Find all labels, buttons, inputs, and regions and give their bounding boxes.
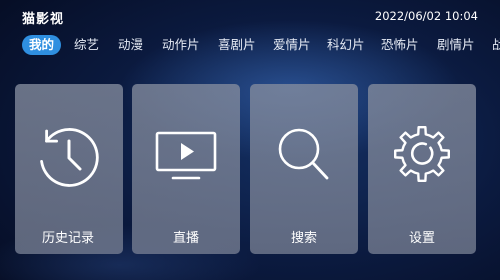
tab-scifi[interactable]: 科幻片 [327, 35, 365, 55]
live-tv-card-label: 直播 [172, 231, 199, 246]
search-card[interactable]: 搜索 [250, 84, 358, 254]
tab-anime[interactable]: 动漫 [118, 35, 143, 55]
history-card-label: 历史记录 [42, 231, 95, 246]
search-card-label: 搜索 [290, 231, 317, 246]
tab-variety[interactable]: 综艺 [74, 35, 99, 55]
top-bar: 猫影视 2022/06/02 10:04 [0, 0, 500, 30]
gear-icon [394, 126, 450, 182]
settings-card-label: 设置 [408, 231, 435, 246]
tab-mine[interactable]: 我的 [22, 35, 62, 55]
tab-comedy[interactable]: 喜剧片 [218, 35, 256, 55]
tab-action[interactable]: 动作片 [162, 35, 200, 55]
app-title: 猫影视 [22, 12, 65, 27]
tab-drama[interactable]: 剧情片 [437, 35, 475, 55]
history-card[interactable]: 历史记录 [15, 84, 123, 254]
tab-war[interactable]: 战 [492, 35, 500, 55]
clock: 2022/06/02 10:04 [374, 9, 478, 23]
tab-horror[interactable]: 恐怖片 [381, 35, 419, 55]
settings-card[interactable]: 设置 [368, 84, 476, 254]
tab-romance[interactable]: 爱情片 [273, 35, 311, 55]
category-tab-bar: 我的 综艺 动漫 动作片 喜剧片 爱情片 科幻片 恐怖片 剧情片 战 [22, 33, 500, 59]
tv-play-icon [155, 131, 217, 180]
history-icon [40, 128, 99, 187]
search-icon [278, 128, 329, 180]
live-tv-card[interactable]: 直播 [132, 84, 240, 254]
